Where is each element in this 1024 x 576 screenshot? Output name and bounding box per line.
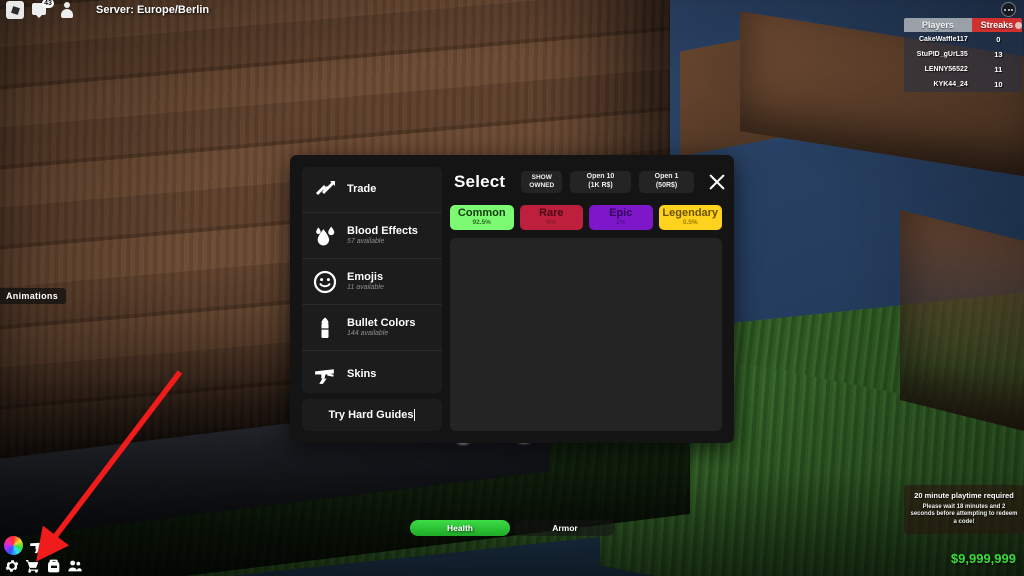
armor-bar: Armor <box>515 520 615 536</box>
roblox-logo-icon[interactable] <box>6 1 24 19</box>
playtime-notification: 20 minute playtime required Please wait … <box>904 485 1024 534</box>
rarity-percent: 92.5% <box>472 218 491 226</box>
text-cursor <box>414 409 416 421</box>
player-streak: 10 <box>994 80 1003 89</box>
cash-amount: $9,999,999 <box>950 551 1016 566</box>
category-list: Trade Blood Effects 57 available Emojis … <box>302 167 442 393</box>
player-name: KYK44_24 <box>933 81 968 88</box>
modal-main: Select SHOW OWNED Open 10 (1K R$) Open 1… <box>450 167 722 431</box>
player-name: StuPID_gUrL35 <box>916 51 968 58</box>
rarity-tab-epic[interactable]: Epic 2% <box>589 205 653 230</box>
gun-icon[interactable] <box>29 538 51 554</box>
trade-arrows-icon <box>312 177 338 203</box>
hud-row-bottom <box>4 558 83 574</box>
guides-text-input[interactable]: Try Hard Guides <box>302 399 442 431</box>
sidebar-item-subtitle: 57 available <box>347 238 385 246</box>
sidebar-item-blood-effects[interactable]: Blood Effects 57 available <box>302 213 442 259</box>
item-grid-area[interactable] <box>450 238 722 431</box>
sidebar-item-label: Bullet Colors <box>347 316 416 329</box>
notification-title: 20 minute playtime required <box>914 491 1014 501</box>
armor-label: Armor <box>552 523 578 533</box>
sidebar-item-emojis[interactable]: Emojis 11 available <box>302 259 442 305</box>
sidebar-item-skins[interactable]: Skins <box>302 351 442 393</box>
game-screenshot: 43 Server: Europe/Berlin Animations Play… <box>0 0 1024 576</box>
leaderboard-panel: Players Streaks CakeWaffle117 0 StuPID_g… <box>904 18 1022 92</box>
rarity-tab-common[interactable]: Common 92.5% <box>450 205 514 230</box>
sidebar-item-label: Skins <box>347 367 377 380</box>
roblox-menu-icon[interactable] <box>1001 2 1016 17</box>
modal-header: Select SHOW OWNED Open 10 (1K R$) Open 1… <box>450 167 722 197</box>
bottom-left-hud <box>4 536 83 574</box>
rarity-percent: 0.5% <box>682 218 698 226</box>
animations-tab[interactable]: Animations <box>0 288 67 304</box>
notification-body: Please wait 18 minutes and 2 seconds bef… <box>910 503 1018 526</box>
player-streak: 0 <box>996 35 1001 44</box>
chat-unread-badge: 43 <box>42 0 54 8</box>
leaderboard-header: Players Streaks <box>904 18 1022 32</box>
player-name: LENNY56522 <box>924 66 968 73</box>
player-streak: 13 <box>994 50 1003 59</box>
color-wheel-icon[interactable] <box>4 536 23 555</box>
leaderboard-row[interactable]: CakeWaffle117 0 <box>904 32 1022 47</box>
hud-row-top <box>4 536 83 555</box>
chat-icon[interactable]: 43 <box>32 0 54 19</box>
friends-icon[interactable] <box>67 558 83 574</box>
leaderboard-col-players: Players <box>904 18 972 32</box>
gear-icon[interactable] <box>4 558 20 574</box>
leaderboard-row[interactable]: KYK44_24 10 <box>904 77 1022 92</box>
close-icon[interactable] <box>706 171 722 193</box>
people-icon[interactable] <box>60 1 74 19</box>
player-name: CakeWaffle117 <box>918 36 968 43</box>
sidebar-item-subtitle: 144 available <box>347 330 389 338</box>
rarity-percent: 2% <box>616 218 626 226</box>
sidebar-item-label: Trade <box>347 183 377 196</box>
health-bar: Health <box>410 520 510 536</box>
sidebar-item-label: Emojis <box>347 270 384 283</box>
rarity-tab-rare[interactable]: Rare 5% <box>519 205 583 230</box>
rarity-filter-row: Common 92.5% Rare 5% Epic 2% Legendary 0… <box>450 205 722 230</box>
page-title: Select <box>454 172 506 191</box>
smiley-face-icon <box>312 269 338 295</box>
top-hud-bar: 43 Server: Europe/Berlin <box>0 0 209 20</box>
show-owned-button[interactable]: SHOW OWNED <box>521 171 563 193</box>
sidebar-item-subtitle: 11 available <box>347 284 384 292</box>
leaderboard-scroll-handle[interactable] <box>1015 22 1022 29</box>
modal-sidebar: Trade Blood Effects 57 available Emojis … <box>302 167 442 431</box>
sidebar-item-trade[interactable]: Trade <box>302 167 442 213</box>
select-modal: Trade Blood Effects 57 available Emojis … <box>290 155 734 443</box>
guides-input-value: Try Hard Guides <box>328 409 414 421</box>
server-label: Server: Europe/Berlin <box>96 4 210 16</box>
blood-drops-icon <box>312 223 338 249</box>
rarity-tab-legendary[interactable]: Legendary 0.5% <box>658 205 722 230</box>
sidebar-item-label: Blood Effects <box>347 224 418 237</box>
rarity-percent: 5% <box>546 218 556 226</box>
shop-cart-icon[interactable] <box>25 558 41 574</box>
health-label: Health <box>447 523 473 533</box>
open-1-button[interactable]: Open 1 (50R$) <box>638 171 695 193</box>
gun-skin-icon <box>312 361 338 387</box>
bullet-icon <box>312 315 338 341</box>
status-bars: Health Armor <box>410 520 615 536</box>
backpack-icon[interactable] <box>46 558 62 574</box>
player-streak: 11 <box>994 65 1003 74</box>
open-10-button[interactable]: Open 10 (1K R$) <box>570 171 631 193</box>
sidebar-item-bullet-colors[interactable]: Bullet Colors 144 available <box>302 305 442 351</box>
leaderboard-row[interactable]: StuPID_gUrL35 13 <box>904 47 1022 62</box>
leaderboard-row[interactable]: LENNY56522 11 <box>904 62 1022 77</box>
